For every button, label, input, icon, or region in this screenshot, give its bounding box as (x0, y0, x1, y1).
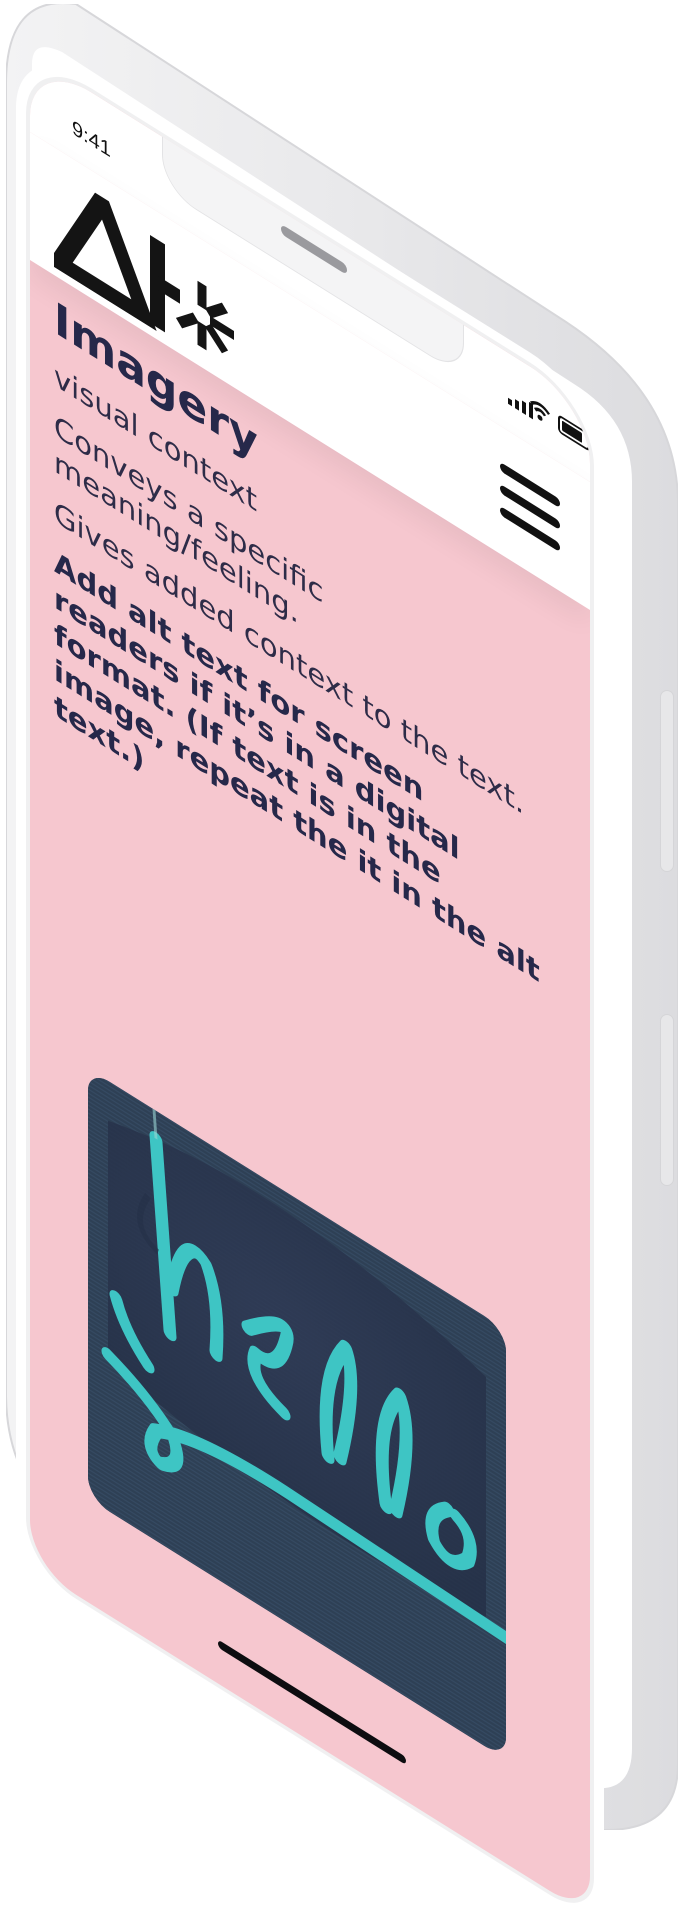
battery-icon (558, 414, 590, 452)
device-scene: 9:41 Imagery visual context Conveys a sp… (0, 0, 686, 1916)
wifi-icon (530, 401, 550, 421)
hamburger-menu-icon[interactable] (500, 461, 564, 558)
status-time: 9:41 (72, 116, 111, 163)
volume-down-button (660, 1014, 674, 1186)
volume-up-button (660, 690, 674, 872)
